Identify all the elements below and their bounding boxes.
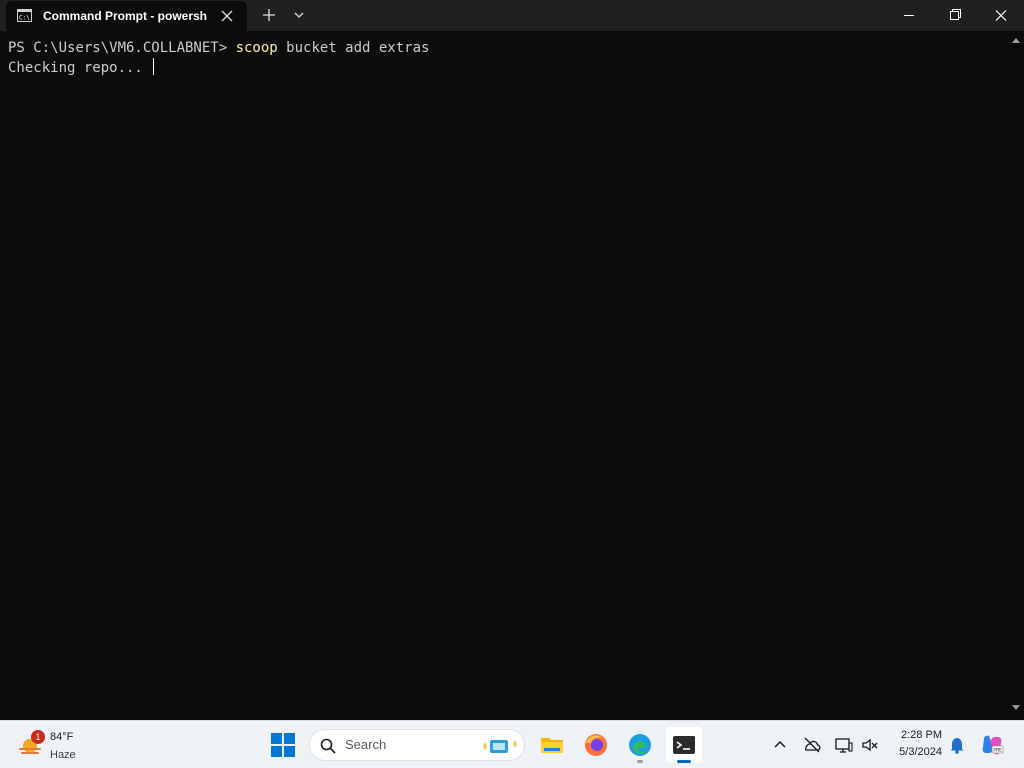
start-button[interactable] <box>271 733 295 757</box>
close-tab-icon[interactable] <box>218 7 236 25</box>
prompt-text: PS C:\Users\VM6.COLLABNET> <box>8 40 236 56</box>
search-placeholder: Search <box>345 737 387 752</box>
taskbar: 1 84°F Haze Search 2:28 PM 5/3/2024 PRE <box>0 720 1024 768</box>
notification-badge: 1 <box>31 730 45 744</box>
vertical-scrollbar[interactable] <box>1008 31 1024 720</box>
minimize-icon[interactable] <box>886 0 932 31</box>
search-highlight-icon <box>483 740 517 753</box>
terminal-icon <box>673 736 695 754</box>
edge-icon <box>629 734 651 756</box>
terminal-output[interactable]: PS C:\Users\VM6.COLLABNET> scoop bucket … <box>0 31 1008 720</box>
file-explorer-icon <box>541 738 563 753</box>
clock-time[interactable]: 2:28 PM <box>890 729 942 741</box>
chevron-down-icon[interactable] <box>289 5 309 25</box>
close-window-icon[interactable] <box>978 0 1024 31</box>
command-args: bucket add extras <box>277 40 430 56</box>
firefox-icon <box>585 734 607 756</box>
search-icon <box>320 738 336 754</box>
active-indicator <box>677 760 691 763</box>
file-explorer-button[interactable] <box>534 727 570 763</box>
command-line: PS C:\Users\VM6.COLLABNET> scoop bucket … <box>8 39 429 58</box>
tab-title: Command Prompt - powershell <box>43 9 207 23</box>
weather-temperature: 84°F <box>50 731 74 743</box>
running-indicator <box>637 760 643 763</box>
restore-icon[interactable] <box>932 0 978 31</box>
output-text: Checking repo... <box>8 60 152 76</box>
new-tab-icon[interactable] <box>259 5 279 25</box>
output-line: Checking repo... <box>8 58 155 77</box>
search-box[interactable]: Search <box>309 729 525 761</box>
onedrive-offline-icon[interactable] <box>802 735 822 755</box>
firefox-button[interactable] <box>578 727 614 763</box>
chevron-up-icon[interactable] <box>770 735 790 755</box>
scroll-up-arrow-icon[interactable] <box>1012 37 1020 43</box>
copilot-icon[interactable]: PRE <box>980 733 1004 757</box>
terminal-button[interactable] <box>666 727 702 763</box>
clock-date[interactable]: 5/3/2024 <box>884 746 942 758</box>
title-bar: C:\ Command Prompt - powershell <box>0 0 1024 31</box>
command-text: scoop <box>235 40 278 56</box>
text-cursor <box>153 58 155 75</box>
edge-button[interactable] <box>622 727 658 763</box>
weather-widget[interactable]: 1 84°F Haze <box>14 725 94 765</box>
tab-command-prompt[interactable]: C:\ Command Prompt - powershell <box>6 1 247 31</box>
command-prompt-icon: C:\ <box>17 9 32 22</box>
svg-text:PRE: PRE <box>993 748 1002 754</box>
volume-muted-icon[interactable] <box>860 735 880 755</box>
scroll-down-arrow-icon[interactable] <box>1012 705 1020 711</box>
weather-condition: Haze <box>50 749 76 761</box>
notification-bell-icon[interactable] <box>947 735 967 755</box>
svg-text:C:\: C:\ <box>19 15 30 22</box>
network-icon[interactable] <box>834 735 854 755</box>
